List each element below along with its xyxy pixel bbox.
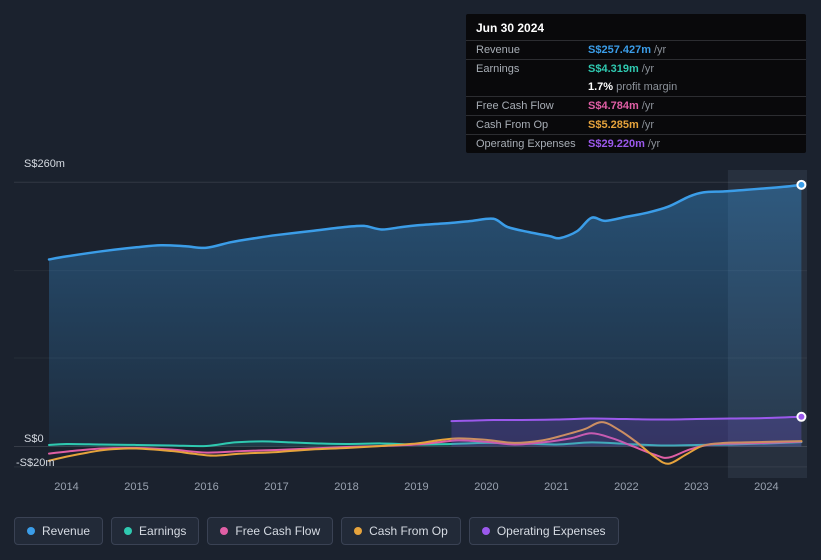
tooltip-value-profit-margin: 1.7% xyxy=(588,81,614,93)
tooltip-value-earnings: S$4.319m xyxy=(588,63,639,75)
legend-item-label: Operating Expenses xyxy=(496,524,606,538)
series-area-operating-expenses xyxy=(451,416,802,447)
legend-item-label: Revenue xyxy=(42,524,91,538)
tooltip-value-cash-from-op: S$5.285m xyxy=(588,119,639,131)
legend-item-free-cash-flow[interactable]: Free Cash Flow xyxy=(207,517,334,545)
tooltip-value-revenue: S$257.427m xyxy=(588,44,651,56)
tooltip-date: Jun 30 2024 xyxy=(466,14,806,41)
x-axis-tick-2021: 2021 xyxy=(544,481,569,493)
tooltip-label-cash-from-op: Cash From Op xyxy=(476,119,549,131)
tooltip-value-free-cash-flow: S$4.784m xyxy=(588,100,639,112)
tooltip-unit-revenue: /yr xyxy=(654,44,667,56)
tooltip-value-operating-expenses: S$29.220m xyxy=(588,138,645,150)
legend: Revenue Earnings Free Cash Flow Cash From O… xyxy=(14,517,619,545)
tooltip-unit-free-cash-flow: /yr xyxy=(641,100,654,112)
earnings-legend-dot xyxy=(124,527,133,535)
x-axis-tick-2020: 2020 xyxy=(474,481,499,493)
x-axis-tick-2023: 2023 xyxy=(684,481,709,493)
y-axis-label-neg20m: -S$20m xyxy=(16,457,55,469)
y-axis-label-260m: S$260m xyxy=(24,158,65,170)
x-axis-tick-2024: 2024 xyxy=(754,481,779,493)
x-axis-tick-2022: 2022 xyxy=(614,481,639,493)
tooltip-row-operating-expenses: Operating Expenses S$29.220m/yr xyxy=(466,135,806,153)
tooltip-unit-cash-from-op: /yr xyxy=(641,119,654,131)
tooltip-row-profit-margin: 1.7% profit margin xyxy=(466,78,806,97)
operating-expenses-legend-dot xyxy=(481,527,490,535)
legend-item-earnings[interactable]: Earnings xyxy=(111,517,200,545)
legend-item-revenue[interactable]: Revenue xyxy=(14,517,104,545)
tooltip-unit-profit-margin: profit margin xyxy=(616,81,678,93)
x-axis-tick-2019: 2019 xyxy=(404,481,429,493)
tooltip-row-earnings: Earnings S$4.319m/yr xyxy=(466,60,806,78)
chart-panel: S$260m S$0 -S$20m 2014 2015 2016 2017 2018 20… xyxy=(0,0,821,560)
tooltip-label-operating-expenses: Operating Expenses xyxy=(476,138,576,150)
x-axis-tick-2017: 2017 xyxy=(264,481,289,493)
revenue-legend-dot xyxy=(27,527,35,535)
tooltip-unit-operating-expenses: /yr xyxy=(647,138,661,150)
tooltip-label-earnings: Earnings xyxy=(476,63,520,75)
tooltip-label-revenue: Revenue xyxy=(476,44,521,56)
x-axis-tick-2015: 2015 xyxy=(124,481,149,493)
x-axis-tick-2014: 2014 xyxy=(54,481,79,493)
legend-item-label: Earnings xyxy=(139,524,187,538)
tooltip-unit-earnings: /yr xyxy=(641,63,654,75)
tooltip: Jun 30 2024 Revenue S$257.427m/yr Earnin… xyxy=(466,14,806,153)
legend-item-label: Free Cash Flow xyxy=(235,524,321,538)
tooltip-label-free-cash-flow: Free Cash Flow xyxy=(476,100,554,112)
free-cash-flow-legend-dot xyxy=(220,527,229,535)
x-axis: 2014 2015 2016 2017 2018 2019 2020 2021 2022 2023… xyxy=(0,481,821,497)
legend-item-cash-from-op[interactable]: Cash From Op xyxy=(341,517,461,545)
tooltip-row-free-cash-flow: Free Cash Flow S$4.784m/yr xyxy=(466,97,806,116)
cash-from-op-legend-dot xyxy=(354,527,363,535)
x-axis-tick-2016: 2016 xyxy=(194,481,219,493)
tooltip-row-cash-from-op: Cash From Op S$5.285m/yr xyxy=(466,116,806,135)
tooltip-row-revenue: Revenue S$257.427m/yr xyxy=(466,41,806,60)
end-dot-operating-expenses xyxy=(796,411,807,422)
y-axis-label-0: S$0 xyxy=(24,433,44,445)
legend-item-operating-expenses[interactable]: Operating Expenses xyxy=(468,517,619,545)
end-dot-revenue xyxy=(796,179,807,190)
x-axis-tick-2018: 2018 xyxy=(334,481,359,493)
legend-item-label: Cash From Op xyxy=(369,524,448,538)
